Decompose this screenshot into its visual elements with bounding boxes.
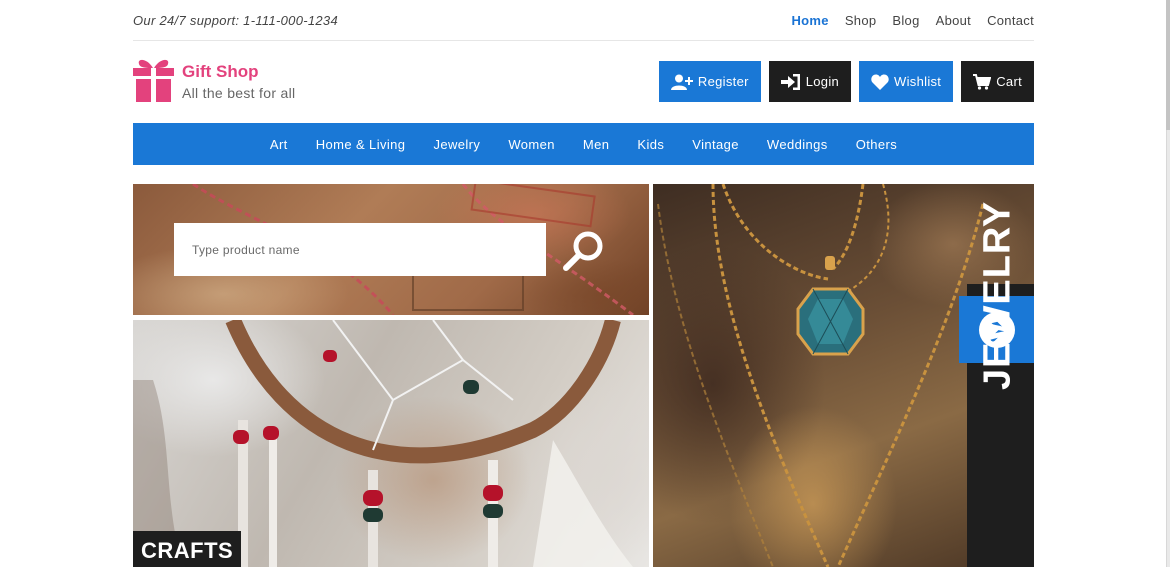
category-others[interactable]: Others [856,137,897,152]
sign-in-icon [780,73,800,90]
category-nav: Art Home & Living Jewelry Women Men Kids… [133,123,1034,165]
top-nav-shop[interactable]: Shop [845,13,877,28]
category-home-living[interactable]: Home & Living [316,137,406,152]
search-banner [133,184,649,315]
category-weddings[interactable]: Weddings [767,137,828,152]
login-label: Login [805,74,840,89]
gift-icon [133,59,174,102]
brand-subtitle: All the best for all [182,85,296,101]
jewelry-tile[interactable]: JEWELRY [653,184,1034,567]
top-nav-about[interactable]: About [936,13,971,28]
heart-icon [871,74,889,90]
top-bar: Our 24/7 support: 1-111-000-1234 Home Sh… [133,0,1034,41]
register-button[interactable]: Register [658,61,761,102]
category-vintage[interactable]: Vintage [692,137,739,152]
top-nav-blog[interactable]: Blog [892,13,919,28]
cart-label: Cart [996,74,1022,89]
crafts-tile[interactable]: CRAFTS [133,320,649,567]
dreamcatcher-illustration [133,320,633,567]
support-text: Our 24/7 support: 1-111-000-1234 [133,13,338,28]
add-user-icon [670,74,693,90]
top-nav-contact[interactable]: Contact [987,13,1034,28]
header-actions: Register Login Wishlist Cart [658,61,1034,102]
cart-icon [973,73,992,90]
register-label: Register [697,74,749,89]
jewelry-label: JEWELRY [976,200,1018,390]
category-jewelry[interactable]: Jewelry [433,137,480,152]
brand-title: Gift Shop [182,62,259,81]
crafts-label: CRAFTS [133,531,242,567]
wishlist-button[interactable]: Wishlist [859,61,954,102]
wishlist-label: Wishlist [894,74,942,89]
category-women[interactable]: Women [508,137,555,152]
top-nav: Home Shop Blog About Contact [791,13,1034,28]
brand-logo[interactable]: Gift Shop All the best for all [133,56,295,102]
search-icon[interactable] [562,229,606,273]
top-nav-home[interactable]: Home [791,13,828,28]
category-men[interactable]: Men [583,137,610,152]
login-button[interactable]: Login [768,61,852,102]
category-art[interactable]: Art [270,137,288,152]
cart-button[interactable]: Cart [961,61,1034,102]
scrollbar-thumb[interactable] [1166,0,1170,130]
category-kids[interactable]: Kids [637,137,664,152]
search-input[interactable] [174,223,546,276]
